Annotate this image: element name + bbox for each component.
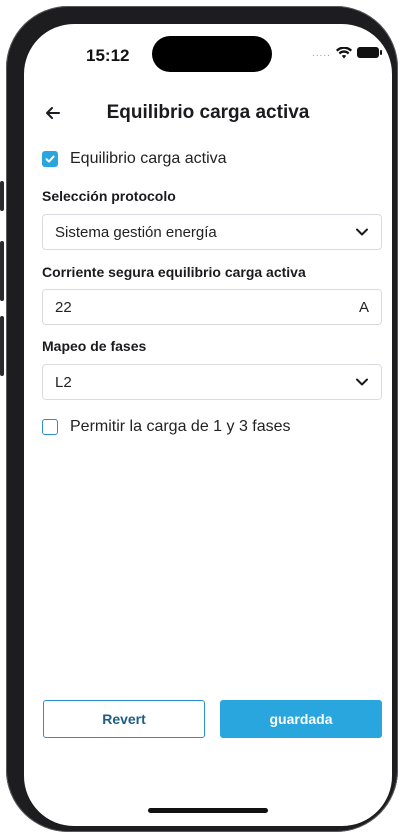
safe-current-input[interactable]: 22 A — [42, 289, 382, 325]
save-button[interactable]: guardada — [220, 700, 382, 738]
phase-mapping-selected-value: L2 — [55, 374, 72, 391]
active-balance-checkbox[interactable] — [42, 151, 58, 167]
home-indicator[interactable] — [148, 808, 268, 813]
active-balance-label: Equilibrio carga activa — [70, 150, 227, 167]
safe-current-label: Corriente segura equilibrio carga activa — [42, 264, 306, 280]
revert-button[interactable]: Revert — [43, 700, 205, 738]
phase-mapping-select[interactable]: L2 — [42, 364, 382, 400]
active-balance-checkbox-row[interactable]: Equilibrio carga activa — [42, 150, 227, 168]
protocol-label: Selección protocolo — [42, 188, 176, 204]
phase-switch-checkbox[interactable] — [42, 419, 58, 435]
screen: 15:12 ..... Equilibrio carga activa Equi… — [24, 24, 392, 826]
header: Equilibrio carga activa — [24, 94, 392, 134]
phone-frame: 15:12 ..... Equilibrio carga activa Equi… — [0, 6, 398, 832]
protocol-selected-value: Sistema gestión energía — [55, 224, 217, 241]
wifi-icon — [335, 46, 352, 58]
safe-current-unit: A — [358, 299, 369, 316]
mute-switch — [0, 181, 4, 211]
checkmark-icon — [45, 155, 55, 163]
chevron-down-icon — [356, 228, 368, 236]
status-icons: ..... — [312, 46, 382, 59]
safe-current-value: 22 — [55, 299, 72, 316]
page-title: Equilibrio carga activa — [106, 102, 310, 123]
volume-up-button — [0, 241, 4, 301]
status-time: 15:12 — [86, 46, 130, 65]
battery-icon — [356, 47, 382, 58]
dynamic-island — [152, 36, 272, 72]
phase-switch-checkbox-row[interactable]: Permitir la carga de 1 y 3 fases — [42, 418, 291, 436]
phase-mapping-label: Mapeo de fases — [42, 338, 147, 354]
volume-down-button — [0, 316, 4, 376]
signal-dots-icon: ..... — [312, 48, 331, 59]
protocol-select[interactable]: Sistema gestión energía — [42, 214, 382, 250]
chevron-down-icon — [356, 378, 368, 386]
phase-switch-label: Permitir la carga de 1 y 3 fases — [70, 418, 291, 435]
